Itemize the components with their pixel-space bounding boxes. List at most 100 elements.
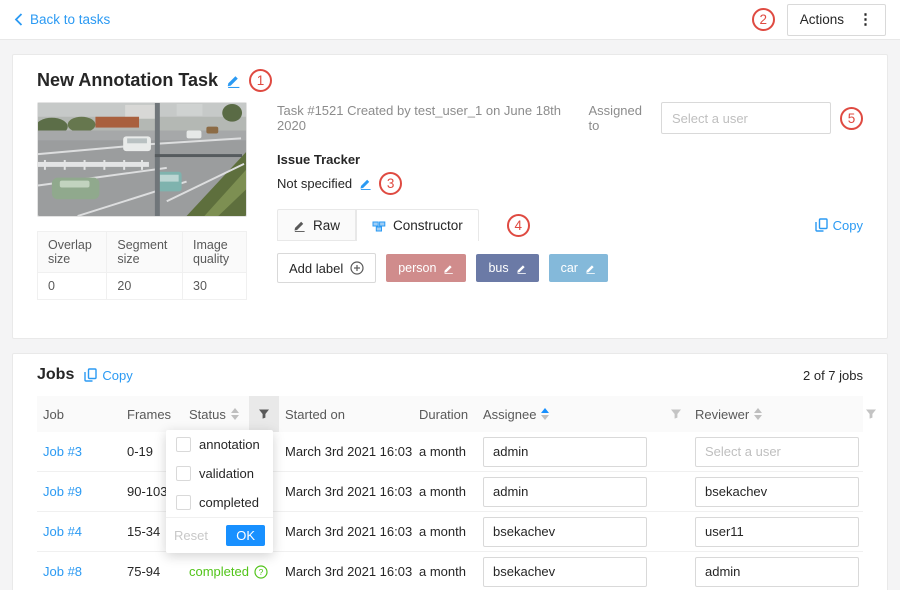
filter-option-completed-label: completed [199, 495, 259, 510]
param-header-quality: Image quality [183, 232, 247, 273]
copy-labels-label: Copy [833, 218, 863, 233]
chevron-left-icon [14, 13, 23, 26]
param-value-segment: 20 [107, 273, 183, 300]
edit-label-icon[interactable] [516, 263, 527, 274]
filter-option-annotation-label: annotation [199, 437, 260, 452]
filter-option-completed[interactable]: completed [166, 488, 273, 517]
job-assignee-input[interactable] [483, 477, 647, 507]
param-value-quality: 30 [183, 273, 247, 300]
job-duration: a month [413, 564, 477, 579]
annotation-circle-4: 4 [507, 214, 530, 237]
task-assignee-input[interactable] [661, 102, 831, 134]
job-reviewer-input[interactable] [695, 557, 859, 587]
col-status: Status [189, 407, 226, 422]
job-link[interactable]: Job #9 [37, 484, 121, 499]
jobs-count: 2 of 7 jobs [803, 368, 863, 383]
job-link[interactable]: Job #3 [37, 444, 121, 459]
filter-option-validation-label: validation [199, 466, 254, 481]
label-chip-bus[interactable]: bus [476, 254, 538, 282]
checkbox-validation[interactable] [176, 466, 191, 481]
edit-label-icon[interactable] [443, 263, 454, 274]
copy-jobs-link[interactable]: Copy [84, 368, 132, 383]
add-label-button[interactable]: Add label [277, 253, 376, 283]
copy-labels-link[interactable]: Copy [815, 218, 863, 233]
label-chip-car[interactable]: car [549, 254, 608, 282]
copy-icon [815, 218, 828, 232]
label-chip-person[interactable]: person [386, 254, 466, 282]
annotation-circle-2: 2 [752, 8, 775, 31]
assignee-sort-button[interactable] [541, 408, 549, 420]
job-link[interactable]: Job #4 [37, 524, 121, 539]
plus-circle-icon [350, 261, 364, 275]
question-circle-icon[interactable]: ? [254, 565, 268, 579]
annotation-circle-3: 3 [379, 172, 402, 195]
job-reviewer-input[interactable] [695, 437, 859, 467]
task-meta-text: Task #1521 Created by test_user_1 on Jun… [277, 103, 589, 133]
actions-label: Actions [800, 12, 844, 27]
jobs-table-header: Job Frames Status Started on Duration As… [37, 396, 863, 432]
job-row: Job #9 90-103 March 3rd 2021 16:03 a mon… [37, 472, 863, 512]
job-started: March 3rd 2021 16:03 [279, 484, 413, 499]
back-to-tasks-link[interactable]: Back to tasks [14, 12, 110, 27]
col-reviewer: Reviewer [695, 407, 749, 422]
job-assignee-input[interactable] [483, 517, 647, 547]
tab-raw[interactable]: Raw [277, 209, 356, 241]
job-row: Job #8 75-94 completed ? March 3rd 2021 … [37, 552, 863, 590]
back-to-tasks-label: Back to tasks [30, 12, 110, 27]
reviewer-filter-button[interactable] [859, 396, 883, 432]
job-reviewer-input[interactable] [695, 517, 859, 547]
filter-funnel-icon [865, 408, 877, 420]
param-header-segment: Segment size [107, 232, 183, 273]
job-assignee-input[interactable] [483, 437, 647, 467]
job-link[interactable]: Job #8 [37, 564, 121, 579]
copy-icon [84, 368, 97, 382]
tab-constructor[interactable]: Constructor [356, 209, 479, 241]
label-chip-person-text: person [398, 261, 436, 275]
filter-funnel-icon [258, 408, 270, 420]
annotation-circle-5: 5 [840, 107, 863, 130]
status-filter-button[interactable] [249, 396, 279, 432]
pencil-icon [293, 219, 306, 232]
job-status: completed [189, 564, 249, 579]
checkbox-completed[interactable] [176, 495, 191, 510]
filter-option-annotation[interactable]: annotation [166, 430, 273, 459]
annotation-circle-1: 1 [249, 69, 272, 92]
job-duration: a month [413, 444, 477, 459]
checkbox-annotation[interactable] [176, 437, 191, 452]
filter-ok-button[interactable]: OK [226, 525, 265, 546]
param-header-overlap: Overlap size [38, 232, 107, 273]
actions-button[interactable]: Actions ⋮ [787, 4, 886, 36]
param-value-overlap: 0 [38, 273, 107, 300]
status-sort-button[interactable] [231, 408, 239, 420]
jobs-table: Job Frames Status Started on Duration As… [37, 396, 863, 590]
assignee-filter-button[interactable] [663, 396, 689, 432]
job-started: March 3rd 2021 16:03 [279, 444, 413, 459]
job-duration: a month [413, 484, 477, 499]
tab-raw-label: Raw [313, 218, 340, 233]
status-filter-dropdown: annotation validation completed Reset OK [166, 430, 273, 553]
col-frames: Frames [121, 407, 183, 422]
jobs-title: Jobs [37, 366, 74, 384]
col-assignee: Assignee [483, 407, 536, 422]
edit-title-icon[interactable] [226, 73, 241, 88]
edit-label-icon[interactable] [585, 263, 596, 274]
job-reviewer-input[interactable] [695, 477, 859, 507]
col-started: Started on [279, 407, 413, 422]
edit-issue-tracker-icon[interactable] [359, 177, 372, 190]
filter-option-validation[interactable]: validation [166, 459, 273, 488]
filter-reset-button[interactable]: Reset [174, 528, 208, 543]
col-duration: Duration [413, 407, 477, 422]
task-title: New Annotation Task [37, 70, 218, 91]
svg-text:?: ? [259, 567, 264, 577]
reviewer-sort-button[interactable] [754, 408, 762, 420]
more-vertical-icon: ⋮ [858, 12, 873, 27]
filter-funnel-icon [670, 408, 682, 420]
copy-jobs-label: Copy [102, 368, 132, 383]
label-chip-car-text: car [561, 261, 578, 275]
issue-tracker-label: Issue Tracker [277, 152, 863, 167]
job-duration: a month [413, 524, 477, 539]
job-assignee-input[interactable] [483, 557, 647, 587]
job-started: March 3rd 2021 16:03 [279, 564, 413, 579]
task-details-card: New Annotation Task 1 [12, 54, 888, 339]
blocks-icon [372, 219, 386, 233]
